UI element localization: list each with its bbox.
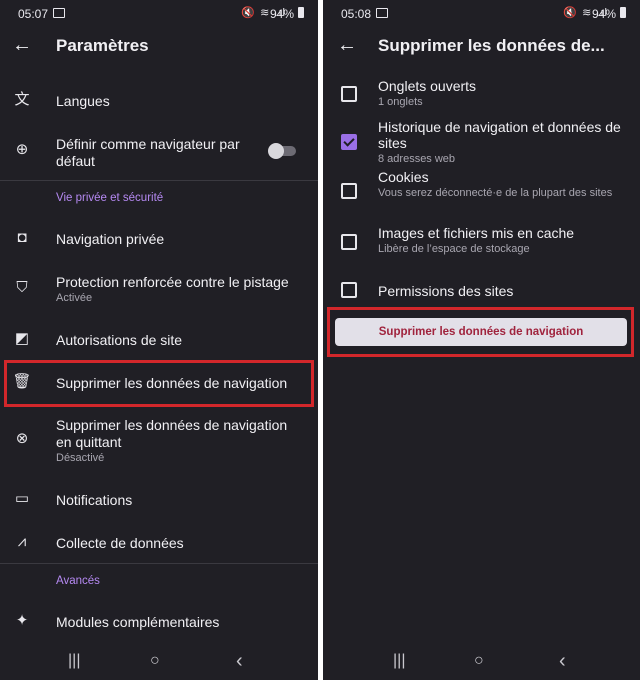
item-label: Langues — [56, 93, 110, 109]
option-sub: 8 adresses web — [378, 153, 456, 165]
checkbox[interactable] — [341, 86, 357, 102]
item-label: Supprimer les données de navigation en q… — [56, 417, 288, 450]
battery-icon — [298, 7, 304, 18]
status-bar: 05:08 🔇 ≋ .ıl 94% — [323, 0, 640, 28]
section-header-advanced: Avancés — [56, 575, 100, 587]
item-sub: Activée — [56, 292, 93, 304]
globe-icon: ⊕ — [15, 141, 29, 158]
battery-icon — [620, 7, 626, 18]
system-nav-bar: ||| ○ ‹ — [323, 650, 640, 680]
mask-icon: ◘ — [17, 229, 27, 246]
settings-item-data-collection[interactable]: ⩘ Collecte de données — [0, 532, 318, 554]
option-label: Permissions des sites — [378, 283, 514, 299]
gallery-icon — [376, 8, 388, 18]
delete-browsing-data-button[interactable]: Supprimer les données de navigation — [335, 318, 627, 346]
battery-percent: 94% — [591, 7, 616, 21]
default-browser-toggle[interactable] — [268, 143, 296, 159]
system-nav-bar: ||| ○ ‹ — [0, 650, 318, 680]
checkbox[interactable] — [341, 134, 357, 150]
item-label: Notifications — [56, 492, 133, 508]
back-arrow-icon[interactable]: ← — [337, 34, 357, 57]
option-cache[interactable]: Images et fichiers mis en cache Libère d… — [323, 224, 640, 260]
app-bar: ← Supprimer les données de... — [323, 28, 640, 66]
chart-line-icon: ⩘ — [17, 533, 27, 550]
item-label: Protection renforcée contre le pistage — [56, 274, 289, 290]
checkbox[interactable] — [341, 234, 357, 250]
item-label: Collecte de données — [56, 535, 184, 551]
status-bar: 05:07 🔇 ≋ .ıl 94% — [0, 0, 318, 28]
settings-item-notifications[interactable]: ▭ Notifications — [0, 489, 318, 511]
battery-percent: 94% — [269, 7, 294, 21]
page-title: Supprimer les données de... — [378, 36, 605, 55]
translate-icon: 文 — [14, 91, 30, 108]
home-button[interactable]: ○ — [474, 652, 484, 670]
close-circle-icon: ⊗ — [15, 430, 29, 447]
page-title: Paramètres — [56, 36, 149, 55]
settings-item-delete-browsing-data[interactable]: 🗑 Supprimer les données de navigation — [0, 372, 318, 394]
item-label: Modules complémentaires — [56, 614, 220, 630]
settings-item-addons[interactable]: ✦ Modules complémentaires — [0, 611, 318, 633]
settings-item-delete-on-quit[interactable]: ⊗ Supprimer les données de navigation en… — [0, 417, 318, 467]
option-cookies[interactable]: Cookies Vous serez déconnecté·e de la pl… — [323, 168, 640, 216]
recents-button[interactable]: ||| — [68, 652, 80, 670]
settings-item-tracking-protection[interactable]: ⛉ Protection renforcée contre le pistage… — [0, 272, 318, 308]
status-time: 05:08 — [341, 7, 372, 21]
back-button[interactable]: ‹ — [559, 650, 566, 673]
message-icon: ▭ — [14, 490, 30, 507]
option-label: Historique de navigation et données de s… — [378, 119, 621, 151]
option-label: Cookies — [378, 169, 429, 185]
shield-icon: ⛉ — [16, 279, 28, 296]
item-sub: Désactivé — [56, 452, 105, 464]
delete-browsing-data-screen: 05:08 🔇 ≋ .ıl 94% ← Supprimer les donnée… — [323, 0, 640, 680]
home-button[interactable]: ○ — [150, 652, 160, 670]
gallery-icon — [53, 8, 65, 18]
back-arrow-icon[interactable]: ← — [12, 34, 32, 57]
checkbox[interactable] — [341, 183, 357, 199]
option-open-tabs[interactable]: Onglets ouverts 1 onglets — [323, 76, 640, 112]
option-sub: 1 onglets — [378, 96, 423, 108]
option-history[interactable]: Historique de navigation et données de s… — [323, 118, 640, 166]
settings-item-site-permissions[interactable]: ◩ Autorisations de site — [0, 329, 318, 351]
option-sub: Libère de l’espace de stockage — [378, 243, 530, 255]
option-label: Images et fichiers mis en cache — [378, 225, 575, 241]
settings-item-private-browsing[interactable]: ◘ Navigation privée — [0, 228, 318, 250]
checkbox[interactable] — [341, 282, 357, 298]
trash-icon: 🗑 — [12, 373, 32, 390]
back-button[interactable]: ‹ — [236, 650, 243, 673]
item-label: Autorisations de site — [56, 332, 183, 348]
settings-screen: 05:07 🔇 ≋ .ıl 94% ← Paramètres 文 Langues… — [0, 0, 318, 680]
app-bar: ← Paramètres — [0, 28, 318, 66]
option-sub: Vous serez déconnecté·e de la plupart de… — [378, 187, 613, 199]
item-label: Navigation privée — [56, 231, 165, 247]
toggle-knob — [268, 143, 284, 159]
divider — [0, 563, 318, 564]
recents-button[interactable]: ||| — [393, 652, 405, 670]
option-label: Onglets ouverts — [378, 78, 477, 94]
site-permissions-icon: ◩ — [14, 330, 30, 347]
settings-item-default-browser[interactable]: ⊕ Définir comme navigateur par défaut — [0, 134, 318, 170]
item-label: Définir comme navigateur par défaut — [56, 136, 240, 169]
status-time: 05:07 — [18, 7, 49, 21]
item-label: Supprimer les données de navigation — [56, 375, 288, 391]
section-header-privacy: Vie privée et sécurité — [56, 192, 164, 204]
divider — [0, 180, 318, 181]
settings-item-languages[interactable]: 文 Langues — [0, 90, 318, 112]
puzzle-icon: ✦ — [15, 612, 29, 629]
option-site-permissions[interactable]: Permissions des sites — [323, 280, 640, 302]
